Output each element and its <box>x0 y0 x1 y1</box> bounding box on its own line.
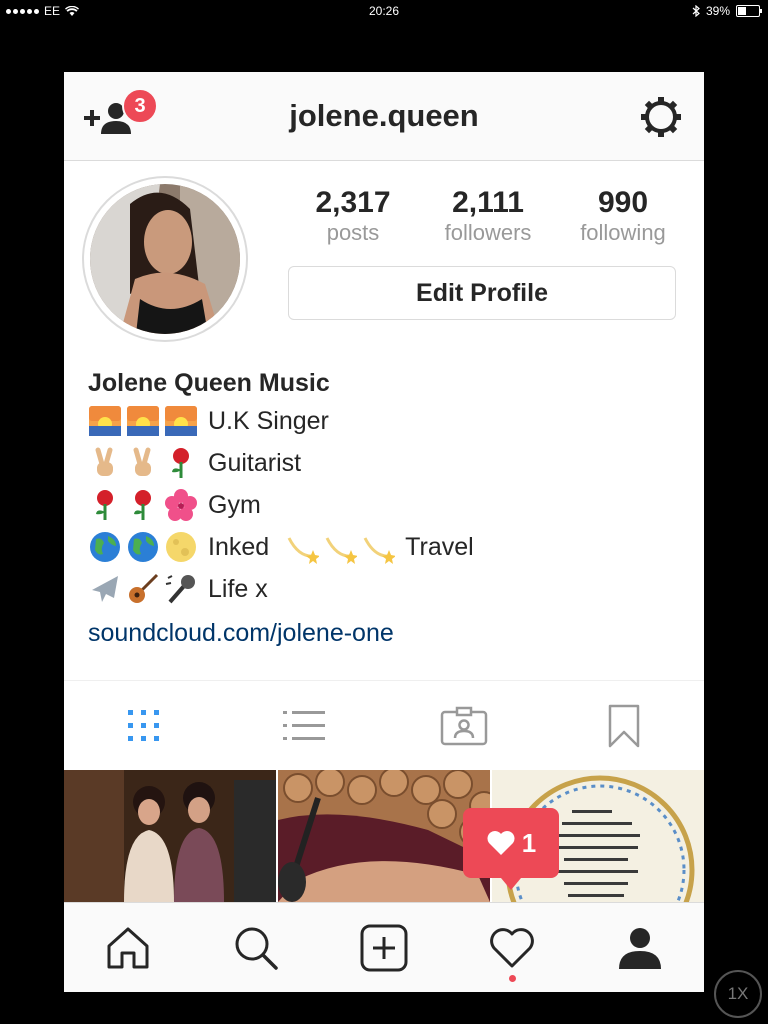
activity-indicator-dot <box>509 975 516 982</box>
following-count[interactable]: 990 following <box>558 186 688 246</box>
globe-emoji <box>126 530 160 564</box>
profile-bio: Jolene Queen Music U.K Singer Guitarist … <box>88 366 688 656</box>
stat-value: 990 <box>597 186 649 219</box>
tab-grid[interactable] <box>114 696 174 756</box>
list-icon <box>283 711 325 740</box>
stat-value: 2,317 <box>315 186 391 219</box>
profile-header: 3 jolene.queen <box>64 72 704 161</box>
nav-new-post[interactable] <box>354 918 414 978</box>
heart-icon <box>487 831 515 855</box>
bio-line: Inked Travel <box>88 526 688 568</box>
stat-label: posts <box>326 220 380 245</box>
tab-tagged[interactable] <box>434 696 494 756</box>
gear-icon <box>641 97 681 137</box>
shooting-star-emoji <box>323 530 359 564</box>
rose-emoji <box>88 488 122 522</box>
bio-text: Guitarist <box>208 449 302 477</box>
stat-label: following <box>580 220 666 245</box>
tab-list[interactable] <box>274 696 334 756</box>
sunrise-emoji <box>164 404 198 438</box>
photo-thumbnail[interactable] <box>64 770 276 902</box>
nav-activity[interactable] <box>482 918 542 982</box>
sunrise-emoji <box>88 404 122 438</box>
profile-stats: 2,317 posts 2,111 followers 990 followin… <box>288 186 688 246</box>
rose-emoji <box>164 446 198 480</box>
bio-text: Gym <box>208 491 261 519</box>
profile-view-tabs <box>64 680 704 771</box>
page-title: jolene.queen <box>289 98 479 133</box>
microphone-emoji <box>164 572 198 606</box>
bio-text: Life x <box>208 575 268 603</box>
bio-line: Guitarist <box>88 442 688 484</box>
battery-percent: 39% <box>705 4 730 18</box>
heart-outline-icon <box>490 928 534 968</box>
activity-like-popup[interactable]: 1 <box>463 808 559 890</box>
bluetooth-icon <box>692 5 700 17</box>
edit-profile-button[interactable]: Edit Profile <box>288 266 676 320</box>
sunrise-emoji <box>126 404 160 438</box>
airplane-emoji <box>88 572 122 606</box>
guitar-emoji <box>126 572 160 606</box>
display-name: Jolene Queen Music <box>88 369 330 397</box>
bio-text: U.K Singer <box>208 407 329 435</box>
profile-photo <box>90 184 240 334</box>
nav-home[interactable] <box>98 918 158 978</box>
nav-profile[interactable] <box>610 918 670 978</box>
grid-icon <box>128 710 159 741</box>
like-count: 1 <box>521 827 537 858</box>
battery-icon <box>736 5 762 17</box>
nav-search[interactable] <box>226 918 286 978</box>
tab-saved[interactable] <box>594 696 654 756</box>
photo-grid <box>64 770 704 902</box>
profile-icon <box>619 928 661 969</box>
posts-count[interactable]: 2,317 posts <box>288 186 418 246</box>
bio-line: Life x <box>88 568 688 610</box>
shooting-star-emoji <box>361 530 397 564</box>
profile-website-link[interactable]: soundcloud.com/jolene-one <box>88 610 688 656</box>
rose-emoji <box>126 488 160 522</box>
bookmark-icon <box>608 704 640 748</box>
moon-emoji <box>164 530 198 564</box>
bio-line: U.K Singer <box>88 400 688 442</box>
instagram-app: 3 jolene.queen 2,317 posts 2,111 followe… <box>64 72 704 992</box>
hibiscus-emoji <box>164 488 198 522</box>
avatar[interactable] <box>82 176 248 342</box>
home-icon <box>107 927 149 969</box>
clock: 20:26 <box>368 4 400 18</box>
search-icon <box>235 927 278 970</box>
settings-button[interactable] <box>638 94 684 140</box>
stat-label: followers <box>444 220 532 245</box>
shooting-star-emoji <box>285 530 321 564</box>
bio-line: Gym <box>88 484 688 526</box>
bio-text: Inked <box>208 533 270 561</box>
peace-hand-emoji <box>126 446 160 480</box>
add-post-icon <box>360 924 408 972</box>
bio-text: Travel <box>405 533 474 561</box>
photo-thumbnail[interactable] <box>278 770 490 902</box>
globe-emoji <box>88 530 122 564</box>
zoom-toggle-button[interactable]: 1X <box>714 970 762 1018</box>
status-bar: EE 20:26 39% <box>0 0 768 22</box>
bottom-navigation <box>64 902 704 992</box>
followers-count[interactable]: 2,111 followers <box>423 186 553 246</box>
peace-hand-emoji <box>88 446 122 480</box>
tagged-photo-icon <box>440 706 488 746</box>
stat-value: 2,111 <box>452 186 524 219</box>
